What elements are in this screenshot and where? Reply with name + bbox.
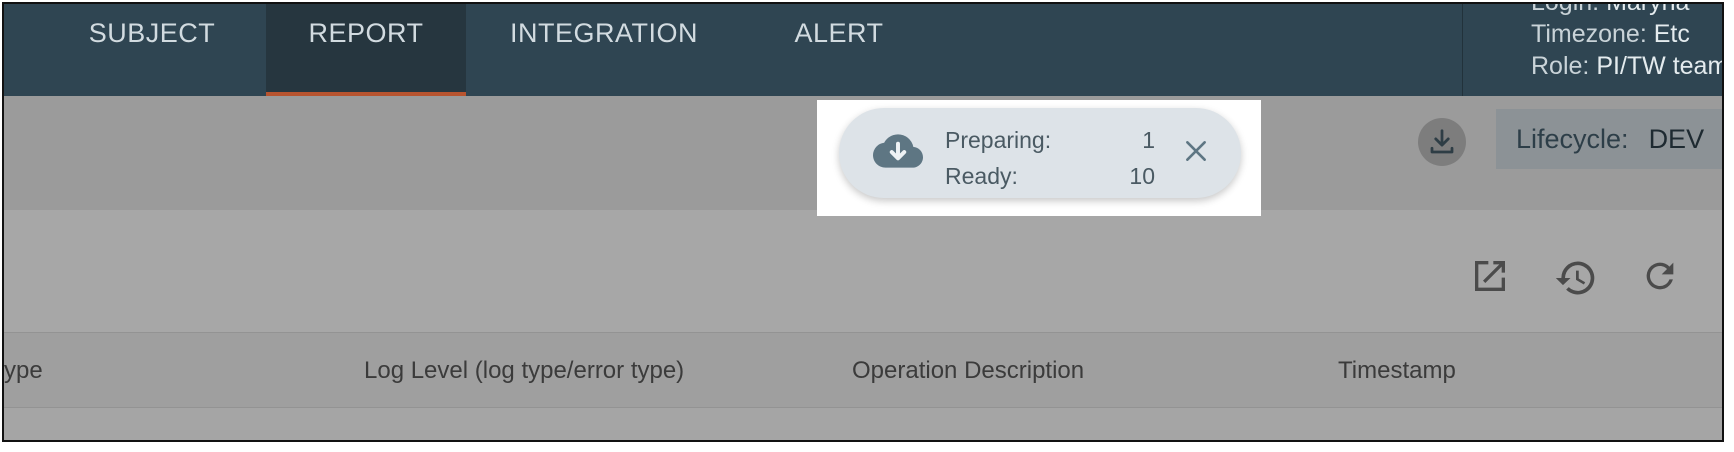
table-body — [4, 408, 1722, 440]
column-header-operation-description[interactable]: Operation Description — [852, 357, 1084, 385]
open-external-icon[interactable] — [1470, 256, 1510, 296]
login-row: Login: Maryna — [1531, 4, 1722, 18]
close-icon[interactable] — [1183, 138, 1209, 164]
history-icon[interactable] — [1554, 256, 1598, 300]
role-label: Role: — [1531, 52, 1590, 80]
column-header-log-level[interactable]: Log Level (log type/error type) — [364, 357, 684, 385]
table-header: ype Log Level (log type/error type) Oper… — [4, 332, 1722, 408]
user-info: Login: Maryna Timezone: Etc Role: PI/TW … — [1462, 4, 1724, 96]
app-frame: SUBJECT REPORT INTEGRATION ALERT Login: … — [2, 2, 1724, 442]
column-header-timestamp[interactable]: Timestamp — [1338, 357, 1456, 385]
status-counts: 1 10 — [1075, 122, 1155, 194]
column-header-type[interactable]: ype — [4, 357, 43, 385]
timezone-row: Timezone: Etc — [1531, 18, 1722, 50]
lifecycle-selector[interactable]: Lifecycle: DEV — [1496, 109, 1722, 169]
download-icon — [1430, 129, 1454, 154]
lifecycle-value: DEV — [1648, 123, 1705, 154]
preparing-label: Preparing: — [945, 127, 1052, 153]
tab-alert[interactable]: ALERT — [774, 4, 904, 96]
ready-count: 10 — [1129, 163, 1155, 189]
cloud-download-icon[interactable] — [873, 130, 923, 172]
status-labels: Preparing: Ready: — [945, 122, 1051, 194]
role-row: Role: PI/TW team — [1531, 50, 1724, 82]
role-value: PI/TW team — [1596, 52, 1724, 80]
download-notification-highlight: Preparing: Ready: 1 10 — [817, 100, 1261, 216]
lifecycle-label: Lifecycle: — [1516, 123, 1629, 154]
timezone-label: Timezone: — [1531, 20, 1647, 48]
download-notification: Preparing: Ready: 1 10 — [839, 108, 1241, 198]
login-value: Maryna — [1606, 4, 1689, 16]
tab-subject[interactable]: SUBJECT — [62, 4, 242, 96]
tab-report[interactable]: REPORT — [266, 4, 466, 96]
refresh-icon[interactable] — [1640, 256, 1680, 296]
tab-integration[interactable]: INTEGRATION — [494, 4, 714, 96]
timezone-value: Etc — [1653, 20, 1690, 48]
ready-label: Ready: — [945, 163, 1018, 189]
preparing-count: 1 — [1142, 127, 1155, 153]
top-navigation: SUBJECT REPORT INTEGRATION ALERT Login: … — [4, 4, 1722, 96]
content-panel — [4, 210, 1722, 332]
login-label: Login: — [1531, 4, 1599, 16]
download-button[interactable] — [1418, 118, 1466, 166]
